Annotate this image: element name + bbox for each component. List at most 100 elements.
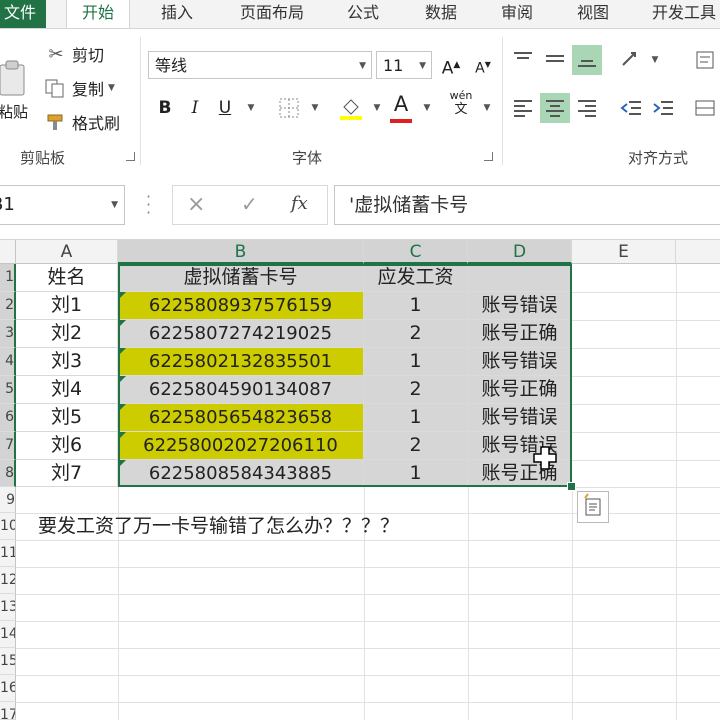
confirm-entry-icon[interactable]: ✓ (241, 192, 258, 216)
row-header[interactable]: 6 (0, 404, 16, 432)
cell-salary[interactable]: 2 (364, 320, 468, 348)
font-color-dropdown-icon[interactable]: ▼ (412, 93, 442, 123)
align-left-button[interactable] (508, 93, 538, 123)
cell-header-name[interactable]: 姓名 (16, 264, 118, 292)
tab-page-layout[interactable]: 页面布局 (226, 0, 318, 28)
increase-indent-button[interactable] (648, 93, 678, 123)
name-box[interactable]: B1 ▼ (0, 185, 125, 225)
align-bottom-button[interactable] (572, 45, 602, 75)
select-all-corner[interactable] (0, 240, 16, 264)
row-header[interactable]: 1 (0, 264, 16, 292)
merge-center-button[interactable] (690, 93, 720, 123)
font-launcher-icon[interactable] (484, 152, 493, 161)
orientation-dropdown-icon[interactable]: ▼ (640, 45, 670, 75)
cancel-entry-icon[interactable]: × (187, 192, 205, 217)
cell-salary[interactable]: 1 (364, 292, 468, 320)
copy-dropdown-icon[interactable]: ▼ (108, 83, 115, 93)
cell-salary[interactable]: 2 (364, 432, 468, 460)
cell-status[interactable]: 账号错误 (468, 404, 572, 432)
name-box-dropdown-icon[interactable]: ▼ (111, 186, 118, 224)
align-top-button[interactable] (508, 45, 538, 75)
row-header[interactable]: 14 (0, 621, 16, 648)
cell-card-number[interactable]: 6225807274219025 (118, 320, 364, 348)
row-header[interactable]: 7 (0, 432, 16, 460)
cell-salary[interactable]: 1 (364, 460, 468, 487)
bold-button[interactable]: B (150, 93, 180, 123)
row-header[interactable]: 5 (0, 376, 16, 404)
fill-handle[interactable] (567, 482, 576, 491)
column-header-a[interactable]: A (16, 240, 118, 264)
cell-name[interactable]: 刘2 (16, 320, 118, 348)
row-header[interactable]: 17 (0, 702, 16, 720)
shrink-font-button[interactable]: A▼ (468, 50, 498, 80)
cell-card-number[interactable]: 6225804590134087 (118, 376, 364, 404)
cell-card-number[interactable]: 6225808584343885 (118, 460, 364, 487)
cell-header-salary[interactable]: 应发工资 (364, 264, 468, 292)
align-center-button[interactable] (540, 93, 570, 123)
tab-insert[interactable]: 插入 (146, 0, 208, 28)
tab-developer[interactable]: 开发工具 (642, 0, 720, 28)
underline-dropdown-icon[interactable]: ▼ (236, 93, 266, 123)
italic-button[interactable]: I (180, 93, 210, 123)
font-name-select[interactable]: 等线 ▼ (148, 51, 372, 79)
cell-salary[interactable]: 1 (364, 404, 468, 432)
cell-salary[interactable]: 1 (364, 348, 468, 376)
cell-card-number[interactable]: 6225808937576159 (118, 292, 364, 320)
cell-salary[interactable]: 2 (364, 376, 468, 404)
row-header[interactable]: 2 (0, 292, 16, 320)
tab-view[interactable]: 视图 (562, 0, 624, 28)
borders-dropdown-icon[interactable]: ▼ (300, 93, 330, 123)
row-header[interactable]: 9 (0, 487, 16, 513)
row-header[interactable]: 16 (0, 675, 16, 702)
grow-font-button[interactable]: A▲ (436, 50, 466, 80)
cell-card-number[interactable]: 6225805654823658 (118, 404, 364, 432)
cell-name[interactable]: 刘4 (16, 376, 118, 404)
cell-status[interactable]: 账号正确 (468, 376, 572, 404)
tab-home[interactable]: 开始 (66, 0, 130, 30)
sheet-note-text[interactable]: 要发工资了万一卡号输错了怎么办？？？？ (38, 512, 399, 540)
insert-function-icon[interactable]: fx (291, 193, 308, 214)
tab-review[interactable]: 审阅 (486, 0, 548, 28)
row-header[interactable]: 8 (0, 460, 16, 487)
tab-data[interactable]: 数据 (410, 0, 472, 28)
cell-card-number[interactable]: 62258002027206110 (118, 432, 364, 460)
clipboard-launcher-icon[interactable] (126, 152, 135, 161)
cell-name[interactable]: 刘6 (16, 432, 118, 460)
row-header[interactable]: 10 (0, 513, 16, 540)
cell-name[interactable]: 刘5 (16, 404, 118, 432)
copy-button[interactable]: 复制 ▼ (44, 75, 115, 101)
align-right-button[interactable] (572, 93, 602, 123)
row-header[interactable]: 3 (0, 320, 16, 348)
column-header-b[interactable]: B (118, 240, 364, 264)
quick-analysis-button[interactable] (577, 491, 609, 523)
row-header[interactable]: 4 (0, 348, 16, 376)
cell-name[interactable]: 刘1 (16, 292, 118, 320)
column-header-e[interactable]: E (572, 240, 676, 264)
paste-button[interactable]: 粘贴 (0, 45, 30, 135)
cell-status[interactable]: 账号错误 (468, 348, 572, 376)
cell-name[interactable]: 刘3 (16, 348, 118, 376)
tab-file[interactable]: 文件 (0, 0, 46, 28)
font-size-select[interactable]: 11 ▼ (376, 51, 432, 79)
row-header[interactable]: 13 (0, 594, 16, 621)
cut-button[interactable]: ✂ 剪切 (44, 41, 104, 67)
cell-status[interactable]: 账号错误 (468, 292, 572, 320)
cell-header-status[interactable] (468, 264, 572, 292)
cell-header-card[interactable]: 虚拟储蓄卡号 (118, 264, 364, 292)
format-painter-button[interactable]: 格式刷 (44, 109, 120, 135)
column-header-c[interactable]: C (364, 240, 468, 264)
phonetic-dropdown-icon[interactable]: ▼ (472, 93, 502, 123)
column-header-f[interactable] (676, 240, 720, 264)
row-header[interactable]: 12 (0, 567, 16, 594)
cell-status[interactable]: 账号正确 (468, 320, 572, 348)
wrap-text-button[interactable] (690, 45, 720, 75)
formula-input[interactable]: '虚拟储蓄卡号 (334, 185, 720, 225)
align-middle-button[interactable] (540, 45, 570, 75)
tab-formulas[interactable]: 公式 (332, 0, 394, 28)
column-header-d[interactable]: D (468, 240, 572, 264)
cell-card-number[interactable]: 6225802132835501 (118, 348, 364, 376)
row-header[interactable]: 15 (0, 648, 16, 675)
cell-name[interactable]: 刘7 (16, 460, 118, 487)
row-header[interactable]: 11 (0, 540, 16, 567)
decrease-indent-button[interactable] (616, 93, 646, 123)
